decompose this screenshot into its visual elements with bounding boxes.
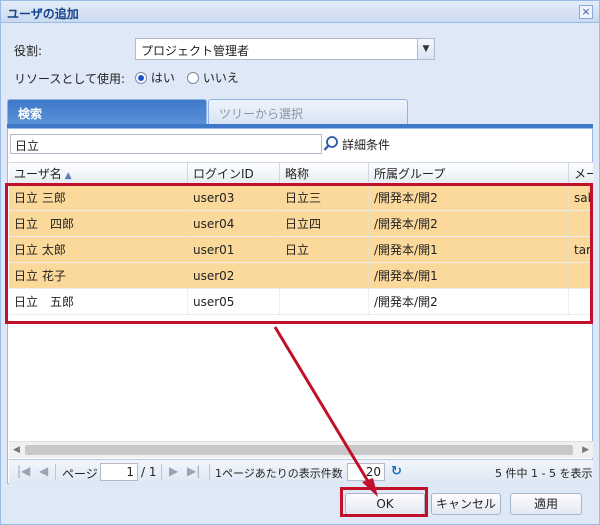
tab-search[interactable]: 検索 — [7, 99, 207, 125]
cell-abbreviation — [280, 263, 369, 289]
radio-no[interactable]: いいえ — [187, 69, 239, 86]
apply-button[interactable]: 適用 — [510, 493, 582, 515]
use-as-resource-label: リソースとして使用: — [14, 72, 126, 86]
cell-mail: sab — [574, 191, 593, 205]
radio-yes-icon[interactable] — [135, 72, 147, 84]
radio-yes-label: はい — [150, 71, 175, 85]
cell-mail — [569, 263, 593, 289]
table-row[interactable]: 日立 五郎 user05 /開発本/開2 — [9, 289, 593, 315]
table-row[interactable]: 日立 四郎 user04 日立四 /開発本/開2 — [9, 211, 593, 237]
dialog-title: ユーザの追加 — [7, 7, 79, 21]
grid-body: 日立 三郎 user03 日立三 /開発本/開2 sab 日立 四郎 user0… — [9, 185, 593, 445]
cell-abbreviation: 日立 — [280, 237, 369, 263]
cell-login-id: user05 — [188, 289, 280, 315]
cell-group: /開発本/開1 — [369, 237, 569, 263]
sort-ascending-icon: ▲ — [64, 171, 72, 181]
cell-abbreviation: 日立四 — [280, 211, 369, 237]
table-row[interactable]: 日立 花子 user02 /開発本/開1 — [9, 263, 593, 289]
role-label: 役割: — [14, 44, 43, 58]
cell-mail — [569, 211, 593, 237]
column-mail[interactable]: メー — [569, 163, 593, 185]
prev-page-icon[interactable]: ◀ — [39, 464, 48, 478]
page-input[interactable]: 1 — [100, 463, 138, 481]
cell-group: /開発本/開1 — [369, 263, 569, 289]
column-group[interactable]: 所属グループ — [369, 163, 569, 185]
cell-login-id: user04 — [188, 211, 280, 237]
horizontal-scrollbar[interactable]: ◀ ▶ — [9, 441, 593, 458]
cell-user-name: 日立 四郎 — [9, 211, 188, 237]
close-icon[interactable]: × — [579, 5, 593, 19]
scroll-left-icon[interactable]: ◀ — [13, 445, 20, 455]
dialog-titlebar[interactable]: ユーザの追加 × — [1, 1, 599, 23]
role-select-value: プロジェクト管理者 — [141, 44, 250, 58]
radio-yes[interactable]: はい — [135, 69, 175, 86]
per-page-label: 1ページあたりの表示件数 — [215, 467, 343, 480]
next-page-icon[interactable]: ▶ — [169, 464, 178, 478]
search-input[interactable]: 日立 — [10, 134, 322, 154]
cell-mail — [569, 289, 593, 315]
column-user-name-label: ユーザ名 — [14, 167, 62, 181]
tab-bar: 検索 ツリーから選択 — [7, 99, 593, 125]
column-user-name[interactable]: ユーザ名 ▲ — [9, 163, 188, 185]
cell-group: /開発本/開2 — [369, 289, 569, 315]
add-user-dialog: ユーザの追加 × 役割: プロジェクト管理者 ▼ リソースとして使用: はい い… — [0, 0, 600, 525]
cell-abbreviation: 日立三 — [280, 185, 369, 211]
table-row[interactable]: 日立 三郎 user03 日立三 /開発本/開2 sab — [9, 185, 593, 211]
refresh-icon[interactable]: ↻ — [391, 464, 402, 479]
cell-user-name: 日立 三郎 — [9, 185, 188, 211]
table-row[interactable]: 日立 太郎 user01 日立 /開発本/開1 taro — [9, 237, 593, 263]
page-total: / 1 — [141, 465, 157, 479]
column-login-id[interactable]: ログインID — [188, 163, 280, 185]
search-panel: 日立 詳細条件 ユーザ名 ▲ ログインID 略称 所属グループ メー 日立 三郎 … — [7, 128, 593, 484]
first-page-icon[interactable]: |◀ — [17, 464, 30, 478]
cell-group: /開発本/開2 — [369, 211, 569, 237]
grid-header: ユーザ名 ▲ ログインID 略称 所属グループ メー — [9, 162, 593, 185]
chevron-down-icon[interactable]: ▼ — [417, 39, 434, 59]
cancel-button[interactable]: キャンセル — [431, 493, 501, 515]
ok-button[interactable]: OK — [345, 493, 425, 515]
scrollbar-thumb[interactable] — [25, 445, 573, 455]
cell-login-id: user03 — [188, 185, 280, 211]
separator — [209, 464, 210, 480]
role-select[interactable]: プロジェクト管理者 ▼ — [135, 38, 435, 60]
per-page-input[interactable]: 20 — [347, 463, 385, 481]
paging-toolbar: |◀ ◀ ページ 1 / 1 ▶ ▶| 1ページあたりの表示件数 20 ↻ 5 … — [9, 459, 593, 484]
detail-conditions-link[interactable]: 詳細条件 — [342, 136, 390, 153]
radio-no-icon[interactable] — [187, 72, 199, 84]
search-icon[interactable] — [322, 134, 340, 154]
tab-tree-select[interactable]: ツリーから選択 — [208, 99, 408, 125]
page-label: ページ — [62, 467, 98, 481]
cell-user-name: 日立 花子 — [9, 263, 188, 289]
cell-login-id: user02 — [188, 263, 280, 289]
cell-user-name: 日立 五郎 — [9, 289, 188, 315]
separator — [55, 464, 56, 480]
paging-summary: 5 件中 1 - 5 を表示 — [495, 467, 593, 480]
cell-group: /開発本/開2 — [369, 185, 569, 211]
separator — [161, 464, 162, 480]
radio-no-label: いいえ — [202, 71, 239, 85]
cell-login-id: user01 — [188, 237, 280, 263]
column-abbreviation[interactable]: 略称 — [280, 163, 369, 185]
cell-mail: taro — [574, 243, 593, 257]
cell-user-name: 日立 太郎 — [9, 237, 188, 263]
cell-abbreviation — [280, 289, 369, 315]
last-page-icon[interactable]: ▶| — [187, 464, 200, 478]
scroll-right-icon[interactable]: ▶ — [582, 445, 589, 455]
